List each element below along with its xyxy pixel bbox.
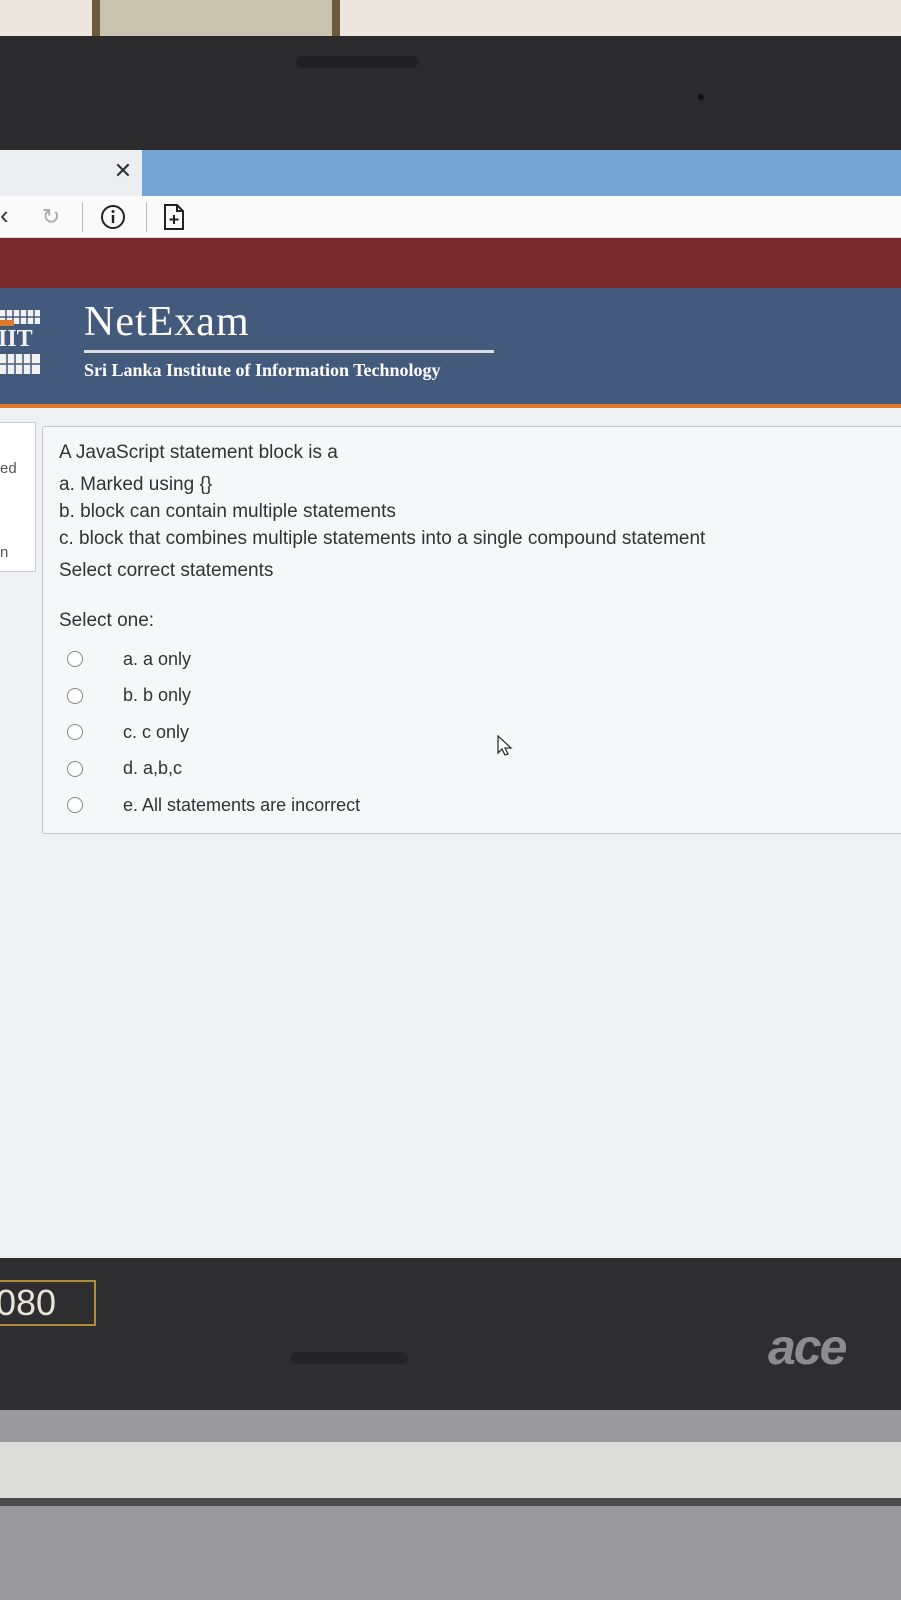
browser-nav-bar: ‹ ↻ [0,196,901,238]
answer-option-c[interactable]: c. c only [63,714,360,751]
answer-option-e[interactable]: e. All statements are incorrect [63,787,360,824]
toolbar-divider [146,202,147,232]
answer-option-d[interactable]: d. a,b,c [63,751,360,788]
radio-button[interactable] [67,760,83,777]
site-title: NetExam [84,299,250,345]
back-icon[interactable]: ‹ [0,198,22,234]
statement-item: b. block can contain multiple statements [59,501,396,522]
laptop-deck-edge [0,1498,901,1506]
statement-list: a. Marked using {} b. block can contain … [59,471,705,552]
svg-text:IIT: IIT [0,326,33,352]
resolution-sticker: 080 [0,1280,96,1326]
sliit-logo: IIT [0,300,44,386]
quiz-nav-text: ed [0,460,17,477]
webcam-lens [698,94,704,100]
laptop-screen: ✕ ‹ ↻ IIT NetExam Sri Lanka Institute of… [0,150,901,1260]
browser-tab-active-area[interactable] [142,150,901,196]
radio-button[interactable] [67,687,83,704]
site-top-band [0,238,901,288]
laptop-top-bezel [0,36,901,156]
answer-option-a[interactable]: a. a only [63,641,360,678]
answer-option-b[interactable]: b. b only [63,678,360,715]
answer-label: c. c only [123,721,190,742]
quiz-nav-text: n [0,544,9,561]
answer-label: d. a,b,c [123,758,183,779]
add-page-icon[interactable] [163,204,185,230]
statement-item: a. Marked using {} [59,474,213,495]
question-intro: A JavaScript statement block is a [59,442,338,463]
radio-button[interactable] [67,724,83,741]
answer-label: b. b only [123,685,192,706]
laptop-hinge-strip [0,1442,901,1498]
answer-list: a. a only b. b only c. c only d. a,b,c e… [63,641,360,824]
question-prompt: Select correct statements [59,560,274,581]
site-subtitle: Sri Lanka Institute of Information Techn… [84,360,441,380]
laptop-bottom-bezel [0,1258,901,1410]
info-icon[interactable] [100,204,126,230]
laptop-brand-logo: ace [768,1319,847,1375]
select-one-label: Select one: [59,610,155,631]
site-header: IIT NetExam Sri Lanka Institute of Infor… [0,288,901,408]
webcam-housing [296,56,418,68]
close-icon[interactable]: ✕ [108,156,138,186]
question-card: A JavaScript statement block is a a. Mar… [42,426,901,834]
answer-label: a. a only [123,648,192,669]
mouse-pointer-icon [496,734,514,757]
browser-tab-bar: ✕ [0,150,901,196]
answer-label: e. All statements are incorrect [123,794,361,815]
bezel-slot [290,1352,408,1364]
radio-button[interactable] [67,797,83,814]
toolbar-divider [82,202,83,232]
radio-button[interactable] [67,651,83,668]
photo-stage: ✕ ‹ ↻ IIT NetExam Sri Lanka Institute of… [0,0,901,1600]
statement-item: c. block that combines multiple statemen… [59,528,706,549]
refresh-icon[interactable]: ↻ [38,202,64,232]
title-underline [84,350,494,353]
